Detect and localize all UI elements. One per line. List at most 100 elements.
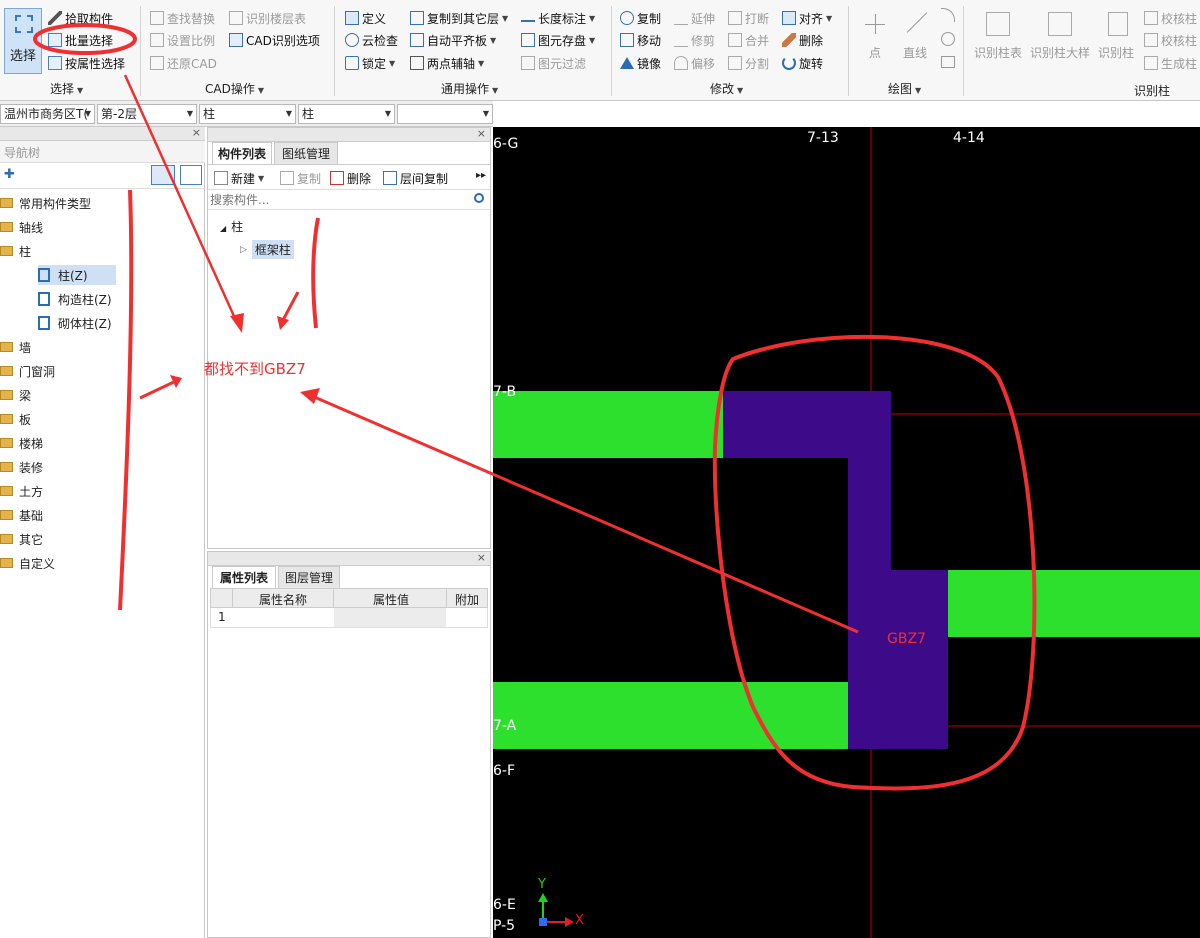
folder-icon — [0, 558, 13, 568]
nav-item-earthwork[interactable]: 土方 — [0, 481, 43, 501]
select-big-button[interactable]: 选择 — [4, 8, 42, 74]
nav-item-column[interactable]: 柱 — [0, 241, 31, 261]
nav-item-other[interactable]: 其它 — [0, 529, 43, 549]
cad-group-label[interactable]: CAD操作 ▼ — [205, 80, 264, 97]
element-filter-button[interactable]: 图元过滤 — [521, 53, 586, 73]
nav-item-door-window[interactable]: 门窗洞 — [0, 361, 55, 381]
detail-view-icon[interactable] — [180, 165, 202, 185]
tab-component-list[interactable]: 构件列表 — [212, 142, 272, 164]
draw-line-button[interactable]: 直线 — [897, 8, 933, 68]
extend-button[interactable]: 延伸 — [674, 8, 715, 28]
tab-property-list[interactable]: 属性列表 — [212, 566, 276, 588]
draw-group-label[interactable]: 绘图 ▼ — [888, 80, 921, 97]
check-column-button[interactable]: 校核柱 — [1144, 8, 1197, 28]
batch-select-button[interactable]: 批量选择 — [48, 30, 113, 50]
floor-select[interactable]: 第-2层 ▼ — [97, 104, 197, 124]
element-save-button[interactable]: 图元存盘 ▼ — [521, 30, 595, 50]
move-button[interactable]: 移动 — [620, 30, 661, 50]
axis-label[interactable]: 6-G — [493, 136, 518, 152]
modify-group-label[interactable]: 修改 ▼ — [710, 80, 743, 97]
extra-select[interactable]: ▼ — [397, 104, 493, 124]
pick-component-button[interactable]: 拾取构件 — [48, 8, 113, 28]
nav-item-decoration[interactable]: 装修 — [0, 457, 43, 477]
restore-cad-button[interactable]: 还原CAD — [150, 53, 217, 73]
search-input[interactable] — [210, 192, 466, 208]
delete-component-button[interactable]: 删除 — [330, 168, 371, 188]
axis-label[interactable]: P-5 — [493, 918, 515, 934]
nav-item-common-types[interactable]: 常用构件类型 — [0, 193, 91, 213]
nav-item-slab[interactable]: 板 — [0, 409, 31, 429]
nav-item-wall[interactable]: 墙 — [0, 337, 31, 357]
new-button[interactable]: 新建 ▼ — [214, 168, 264, 188]
axis-label[interactable]: 7-A — [493, 718, 516, 734]
nav-item-beam[interactable]: 梁 — [0, 385, 31, 405]
ucs-x-arrow — [565, 917, 574, 927]
project-select[interactable]: 温州市商务区T(▼ — [0, 104, 95, 124]
close-icon[interactable]: × — [477, 127, 486, 140]
rectangle-icon[interactable] — [941, 56, 955, 68]
close-icon[interactable]: × — [477, 551, 486, 564]
axis-label[interactable]: 4-14 — [953, 130, 985, 146]
search-icon[interactable] — [474, 193, 484, 203]
select-by-property-button[interactable]: 按属性选择 — [48, 53, 125, 73]
check-column-button-2[interactable]: 校核柱 — [1144, 30, 1197, 50]
identify-column-detail-button[interactable]: 识别柱大样 — [1028, 8, 1092, 74]
axis-label[interactable]: 7-B — [493, 384, 516, 400]
axis-label[interactable]: 6-F — [493, 763, 515, 779]
rotate-button[interactable]: 旋转 — [782, 53, 823, 73]
set-scale-button[interactable]: 设置比例 — [150, 30, 215, 50]
tab-drawing-management[interactable]: 图纸管理 — [274, 142, 338, 164]
subtype-select[interactable]: 柱 ▼ — [298, 104, 395, 124]
cad-options-button[interactable]: CAD识别选项 — [229, 30, 320, 50]
two-point-aux-axis-button[interactable]: 两点辅轴 ▼ — [410, 53, 484, 73]
axis-label[interactable]: 6-E — [493, 897, 516, 913]
define-button[interactable]: 定义 — [345, 8, 386, 28]
copy-component-button[interactable]: 复制 — [280, 168, 321, 188]
nav-item-construct-column[interactable]: 构造柱(Z) — [38, 289, 112, 309]
lock-button[interactable]: 锁定 ▼ — [345, 53, 395, 73]
tree-node-frame-column[interactable]: ▷ 框架柱 — [240, 240, 294, 259]
tab-layer-management[interactable]: 图层管理 — [278, 566, 340, 588]
cloud-check-button[interactable]: 云检查 — [345, 30, 398, 50]
align-button[interactable]: 对齐 ▼ — [782, 8, 832, 28]
nav-item-masonry-column[interactable]: 砌体柱(Z) — [38, 313, 112, 333]
common-group-label[interactable]: 通用操作 ▼ — [441, 80, 498, 97]
ucs-y-label: Y — [538, 877, 546, 892]
more-icon[interactable]: ▸▸ — [476, 170, 486, 181]
generate-column-button[interactable]: 生成柱 — [1144, 53, 1197, 73]
copy-button[interactable]: 复制 — [620, 8, 661, 28]
draw-point-button[interactable]: 点 — [857, 8, 893, 68]
length-dimension-button[interactable]: 长度标注 ▼ — [521, 8, 595, 28]
identify-floor-table-button[interactable]: 识别楼层表 — [229, 8, 306, 28]
add-icon[interactable]: ✚ — [4, 167, 15, 182]
select-group-label[interactable]: 选择 ▼ — [50, 80, 83, 97]
nav-item-axis[interactable]: 轴线 — [0, 217, 43, 237]
identify-column-table-button[interactable]: 识别柱表 — [972, 8, 1024, 74]
nav-item-custom[interactable]: 自定义 — [0, 553, 55, 573]
close-icon[interactable]: × — [192, 126, 201, 139]
merge-button[interactable]: 合并 — [728, 30, 769, 50]
tree-node-column[interactable]: ◢ 柱 — [220, 218, 243, 235]
floor-copy-button[interactable]: 层间复制 — [383, 168, 448, 188]
type-select[interactable]: 柱 ▼ — [199, 104, 296, 124]
offset-button[interactable]: 偏移 — [674, 53, 715, 73]
find-replace-button[interactable]: 查找替换 — [150, 8, 215, 28]
delete-button[interactable]: 删除 — [782, 30, 823, 50]
identify-column-button[interactable]: 识别柱 — [1096, 8, 1140, 74]
nav-item-column-z[interactable]: 柱(Z) — [38, 265, 116, 285]
auto-flat-slab-button[interactable]: 自动平齐板 ▼ — [410, 30, 496, 50]
axis-label[interactable]: 7-13 — [807, 130, 839, 146]
nav-item-stairs[interactable]: 楼梯 — [0, 433, 43, 453]
cad-canvas[interactable]: 6-G 7-13 4-14 7-B 7-A 6-F 6-E P-5 Y X GB… — [493, 127, 1200, 938]
circle-icon[interactable] — [941, 32, 955, 46]
table-row[interactable]: 1 — [210, 608, 488, 628]
trim-button[interactable]: 修剪 — [674, 30, 715, 50]
extend-icon — [674, 11, 688, 25]
mirror-button[interactable]: 镜像 — [620, 53, 661, 73]
break-button[interactable]: 打断 — [728, 8, 769, 28]
nav-item-foundation[interactable]: 基础 — [0, 505, 43, 525]
list-view-icon[interactable] — [151, 165, 175, 185]
copy-to-other-floor-button[interactable]: 复制到其它层 ▼ — [410, 8, 508, 28]
arc-icon[interactable] — [941, 8, 955, 22]
split-button[interactable]: 分割 — [728, 53, 769, 73]
